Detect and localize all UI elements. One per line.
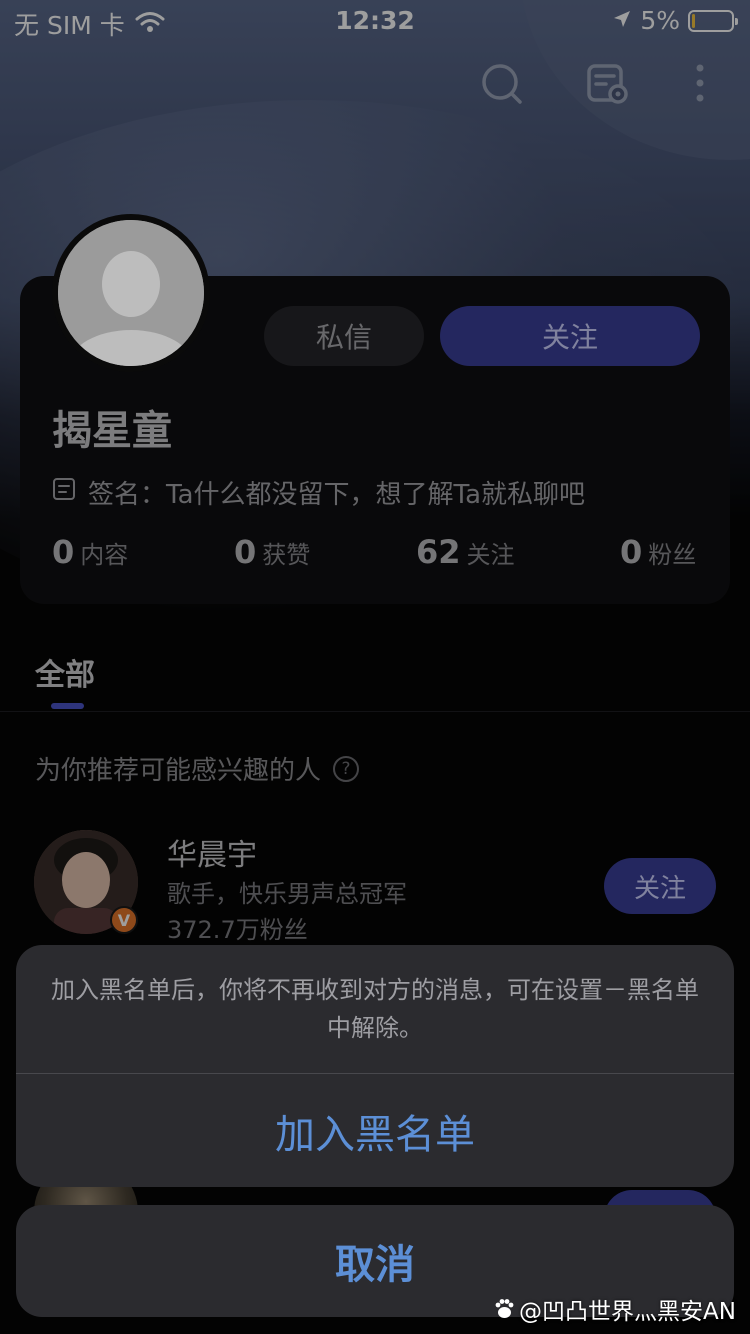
action-sheet: 加入黑名单后，你将不再收到对方的消息，可在设置－黑名单中解除。 加入黑名单 bbox=[16, 945, 734, 1187]
add-to-blacklist-button[interactable]: 加入黑名单 bbox=[16, 1074, 734, 1187]
default-avatar-icon bbox=[58, 220, 204, 366]
paw-logo-icon bbox=[493, 1298, 515, 1320]
watermark-text: @凹凸世界灬黑安AN bbox=[519, 1299, 736, 1325]
watermark: @凹凸世界灬黑安AN bbox=[493, 1292, 736, 1326]
action-sheet-message: 加入黑名单后，你将不再收到对方的消息，可在设置－黑名单中解除。 bbox=[51, 976, 699, 1042]
profile-screen: 无 SIM 卡 12:32 5% 私信 关注 揭星童 签名：Ta什么都没留下，想… bbox=[0, 0, 750, 1334]
avatar[interactable] bbox=[52, 214, 210, 372]
